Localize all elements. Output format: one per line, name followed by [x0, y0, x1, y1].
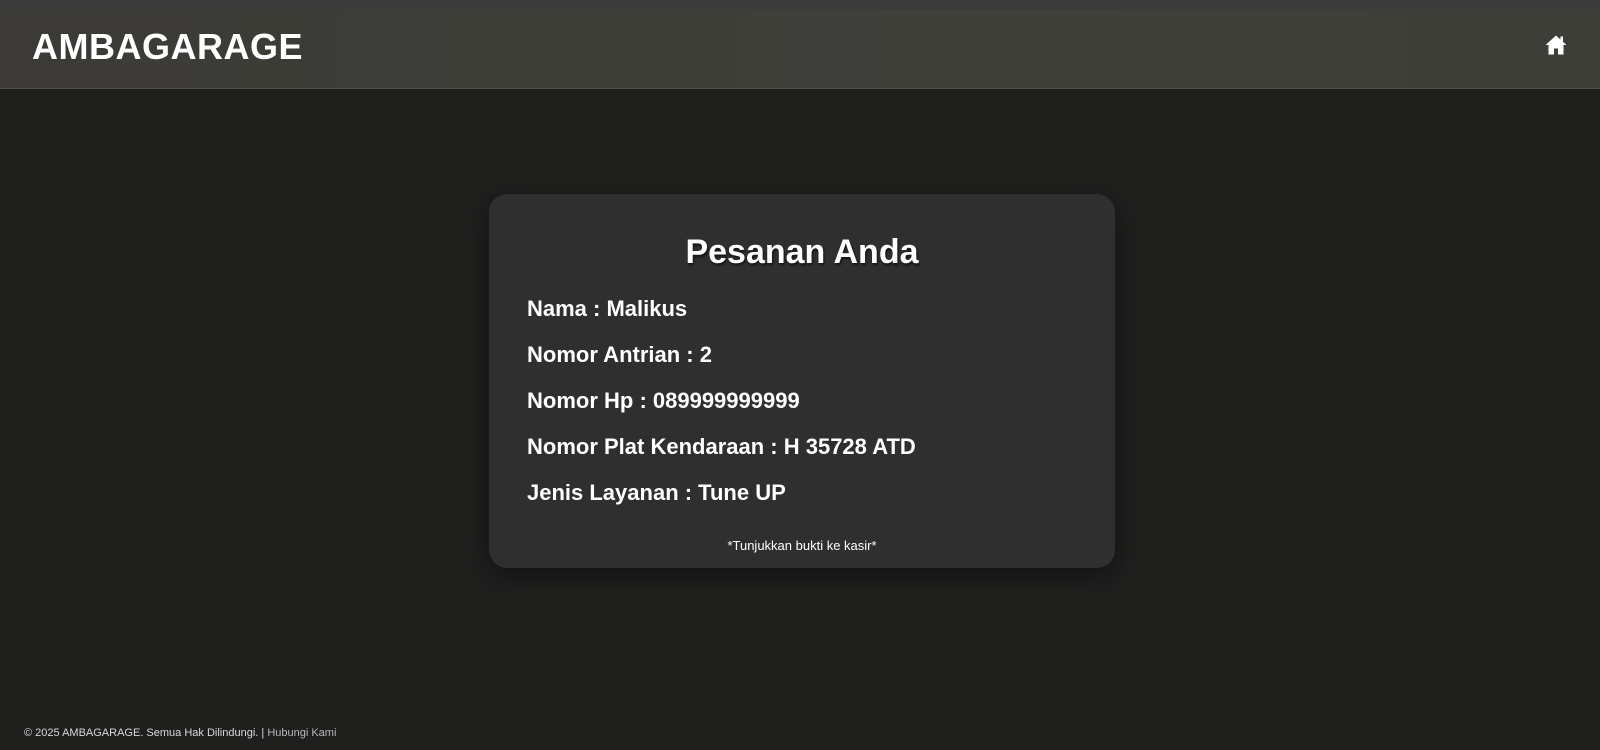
navbar: AMBAGARAGE [0, 9, 1600, 89]
home-icon[interactable] [1544, 33, 1568, 57]
footer: © 2025 AMBAGARAGE. Semua Hak Dilindungi.… [24, 726, 336, 740]
service-type-row: Jenis Layanan : Tune UP [527, 480, 786, 505]
order-card: Pesanan Anda Nama : Malikus Nomor Antria… [489, 194, 1115, 568]
footer-separator: | [258, 727, 268, 739]
queue-number-row: Nomor Antrian : 2 [527, 342, 712, 367]
contact-link[interactable]: Hubungi Kami [267, 727, 336, 739]
top-border [0, 0, 1600, 9]
name-row: Nama : Malikus [527, 296, 688, 321]
phone-number-row: Nomor Hp : 089999999999 [527, 388, 800, 413]
brand-logo-text[interactable]: AMBAGARAGE [32, 27, 303, 67]
cashier-note: *Tunjukkan bukti ke kasir* [727, 538, 877, 553]
card-title: Pesanan Anda [685, 233, 919, 271]
copyright-text: © 2025 AMBAGARAGE. Semua Hak Dilindungi. [24, 727, 259, 739]
license-plate-row: Nomor Plat Kendaraan : H 35728 ATD [527, 434, 916, 459]
